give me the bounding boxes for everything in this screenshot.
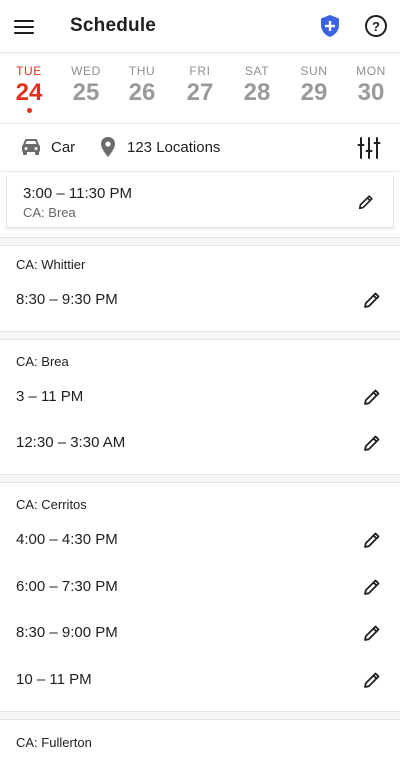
shift-location: CA: Brea	[23, 205, 76, 220]
slot-time[interactable]: 12:30 – 3:30 AM	[16, 434, 125, 451]
section-divider	[0, 474, 400, 483]
hamburger-menu-icon[interactable]	[14, 14, 40, 40]
edit-pencil-icon[interactable]	[357, 193, 375, 211]
shift-time: 3:00 – 11:30 PM	[23, 185, 132, 202]
app-header: Schedule ?	[0, 0, 400, 53]
day-wed[interactable]: WED 25	[62, 64, 110, 107]
day-sat[interactable]: SAT 28	[233, 64, 281, 107]
edit-pencil-icon[interactable]	[362, 577, 382, 597]
slot-time[interactable]: 6:00 – 7:30 PM	[16, 578, 118, 595]
shield-plus-icon[interactable]	[319, 14, 341, 38]
current-shift-card[interactable]: 3:00 – 11:30 PM CA: Brea	[6, 176, 394, 228]
day-tue[interactable]: TUE 24	[5, 64, 53, 113]
slot-time[interactable]: 3 – 11 PM	[16, 388, 83, 405]
group-title-brea: CA: Brea	[16, 354, 69, 369]
locations-filter[interactable]: 123 Locations	[127, 139, 220, 156]
slot-time[interactable]: 8:30 – 9:00 PM	[16, 624, 118, 641]
day-thu[interactable]: THU 26	[118, 64, 166, 107]
edit-pencil-icon[interactable]	[362, 670, 382, 690]
section-divider	[0, 237, 400, 246]
filter-bar: Car 123 Locations	[0, 124, 400, 172]
group-title-whittier: CA: Whittier	[16, 257, 86, 272]
edit-pencil-icon[interactable]	[362, 290, 382, 310]
slot-time[interactable]: 4:00 – 4:30 PM	[16, 531, 118, 548]
edit-pencil-icon[interactable]	[362, 530, 382, 550]
slot-time[interactable]: 10 – 11 PM	[16, 671, 92, 688]
section-divider	[0, 331, 400, 340]
page-title: Schedule	[70, 15, 157, 36]
slot-time[interactable]: 8:30 – 9:30 PM	[16, 291, 118, 308]
today-dot	[26, 108, 32, 113]
group-title-fullerton: CA: Fullerton	[16, 735, 92, 750]
edit-pencil-icon[interactable]	[362, 433, 382, 453]
location-pin-icon	[101, 137, 115, 157]
section-divider	[0, 711, 400, 720]
day-fri[interactable]: FRI 27	[176, 64, 224, 107]
day-sun[interactable]: SUN 29	[290, 64, 338, 107]
car-icon	[22, 139, 40, 155]
edit-pencil-icon[interactable]	[362, 387, 382, 407]
group-title-cerritos: CA: Cerritos	[16, 497, 87, 512]
vehicle-filter[interactable]: Car	[51, 139, 75, 156]
help-icon[interactable]: ?	[365, 15, 387, 37]
filter-sliders-icon[interactable]	[357, 136, 381, 160]
day-mon[interactable]: MON 30	[347, 64, 395, 107]
edit-pencil-icon[interactable]	[362, 623, 382, 643]
week-strip: TUE 24 WED 25 THU 26 FRI 27 SAT 28 SUN 2…	[0, 54, 400, 124]
